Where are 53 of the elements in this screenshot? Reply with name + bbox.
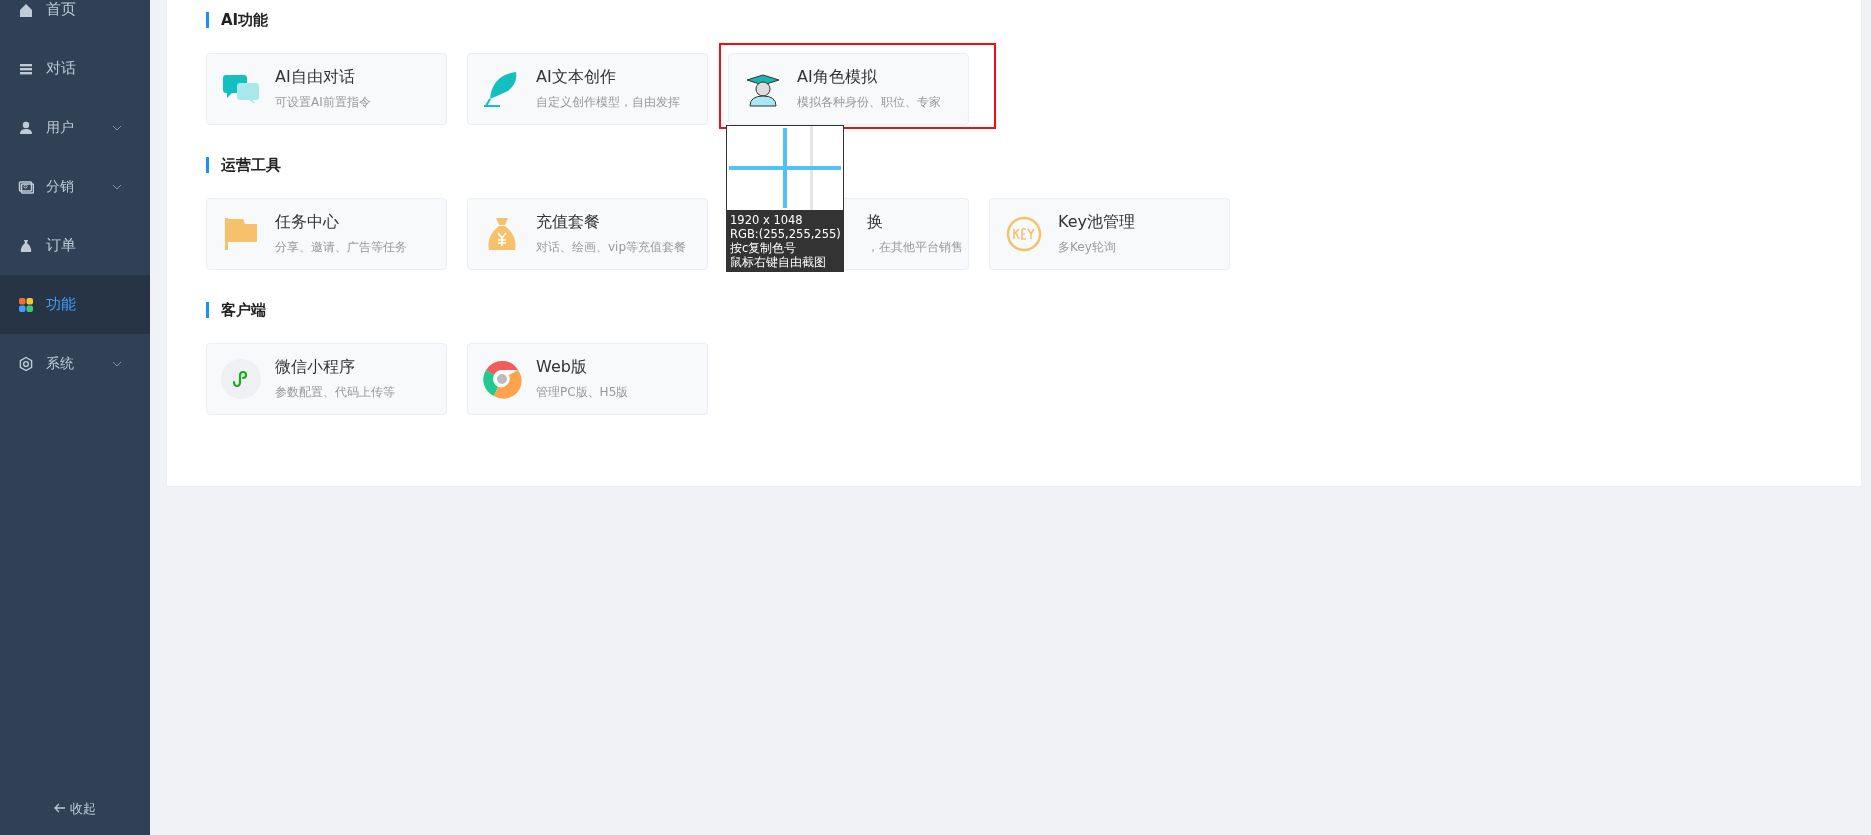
money-icon xyxy=(18,178,34,195)
sidebar-item[interactable]: 用户 xyxy=(0,98,150,157)
card-title: Web版 xyxy=(536,357,588,377)
tool-info-text: RGB:(255,255,255) xyxy=(730,227,840,241)
feature-card[interactable]: 充值套餐 对话、绘画、vip等充值套餐 xyxy=(467,198,708,270)
card-description: 多Key轮询 xyxy=(1058,239,1117,256)
sidebar-item[interactable]: 订单 xyxy=(0,216,150,275)
feature-card[interactable]: 任务中心 分享、邀请、广告等任务 xyxy=(206,198,447,270)
card-description: 模拟各种身份、职位、专家 xyxy=(797,94,941,111)
feature-card[interactable]: 微信小程序 参数配置、代码上传等 xyxy=(206,343,447,415)
card-description: 对话、绘画、vip等充值套餐 xyxy=(536,239,687,256)
feature-card[interactable]: Key池管理 多Key轮询 xyxy=(989,198,1230,270)
card-description: 分享、邀请、广告等任务 xyxy=(275,239,407,256)
chevron-down-icon xyxy=(112,184,122,191)
settings-icon xyxy=(18,355,34,372)
section-title: AI功能 xyxy=(206,12,1861,28)
card-title: 微信小程序 xyxy=(275,357,356,377)
tool-info-text: 鼠标右键自由截图 xyxy=(730,255,827,269)
arrow-left-icon xyxy=(54,803,66,814)
card-title: AI文本创作 xyxy=(536,67,617,87)
tool-info-text: 1920 x 1048 xyxy=(730,213,804,227)
collapse-button[interactable]: 收起 xyxy=(48,797,102,819)
sidebar-item[interactable]: 对话 xyxy=(0,39,150,98)
card-title: 任务中心 xyxy=(275,212,340,232)
money-bag-icon xyxy=(18,237,34,254)
apps-icon xyxy=(18,296,34,313)
browser-icon xyxy=(482,359,522,399)
section-title: 客户端 xyxy=(206,302,1861,318)
feature-card[interactable]: AI自由对话 可设置AI前置指令 xyxy=(206,53,447,125)
card-title: AI自由对话 xyxy=(275,67,356,87)
feature-card[interactable]: AI角色模拟 模拟各种身份、职位、专家 xyxy=(728,53,969,125)
key-circle-icon xyxy=(1004,214,1044,254)
home-icon xyxy=(18,1,34,18)
card-description: 管理PC版、H5版 xyxy=(536,384,629,401)
sidebar-item[interactable]: 功能 xyxy=(0,275,150,334)
sidebar-item[interactable]: 系统 xyxy=(0,334,150,393)
card-title: 换 xyxy=(867,212,884,232)
card-description: 可设置AI前置指令 xyxy=(275,94,371,111)
card-title: 充值套餐 xyxy=(536,212,601,232)
sidebar-item[interactable]: 分销 xyxy=(0,157,150,216)
card-title: Key池管理 xyxy=(1058,212,1135,232)
tool-info-text: 按c复制色号 xyxy=(730,241,798,255)
feature-card[interactable]: AI文本创作 自定义创作模型，自由发挥 xyxy=(467,53,708,125)
chevron-down-icon xyxy=(112,361,122,368)
chevron-down-icon xyxy=(112,125,122,132)
user-icon xyxy=(18,119,34,136)
card-title: AI角色模拟 xyxy=(797,67,878,87)
card-description: 参数配置、代码上传等 xyxy=(275,384,395,401)
mini-program-icon xyxy=(221,359,261,399)
card-description: 自定义创作模型，自由发挥 xyxy=(536,94,680,111)
sidebar-item[interactable]: 首页 xyxy=(0,0,150,39)
feature-card[interactable]: Web版 管理PC版、H5版 xyxy=(467,343,708,415)
card-description: ，在其他平台销售 xyxy=(867,239,963,256)
